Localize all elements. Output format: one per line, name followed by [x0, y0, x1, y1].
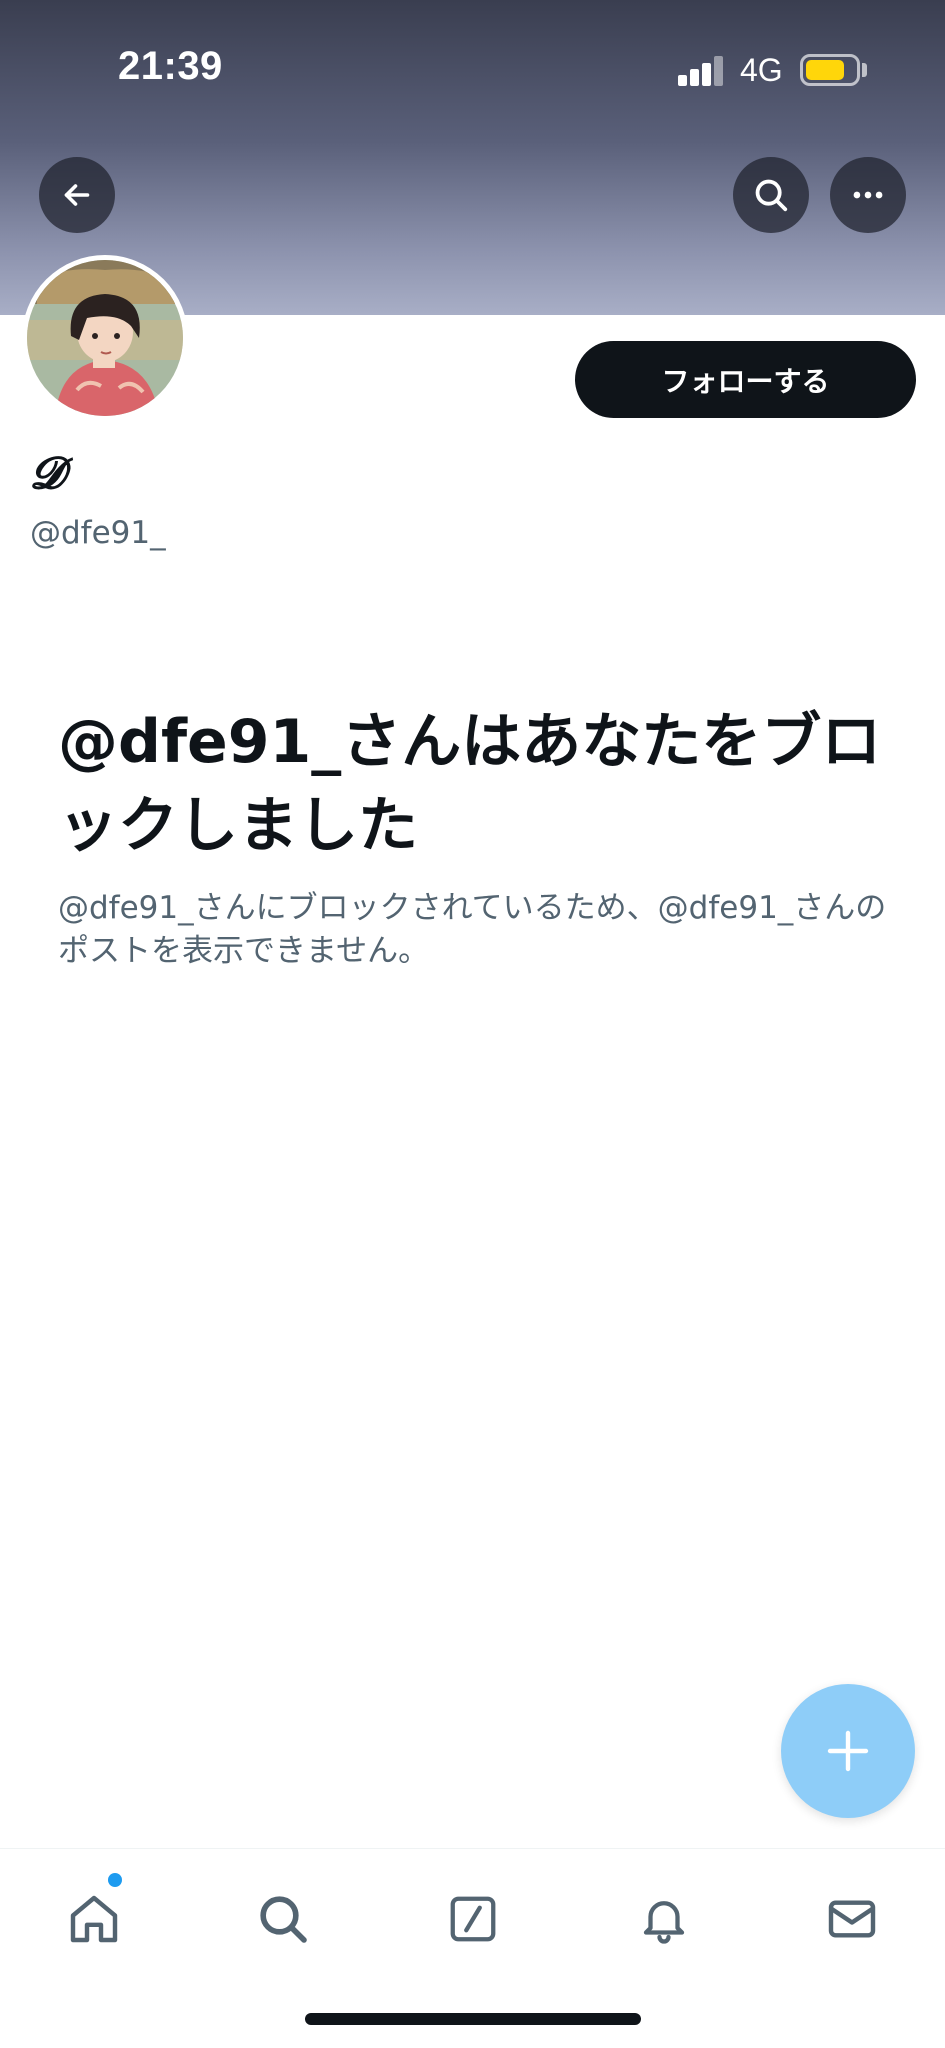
nav-explore[interactable] [243, 1879, 323, 1959]
arrow-left-icon [64, 184, 90, 206]
battery-tip [862, 63, 867, 77]
compose-post-button[interactable] [781, 1684, 915, 1818]
more-button[interactable] [830, 157, 906, 233]
nav-home[interactable] [54, 1879, 134, 1959]
home-unread-dot [108, 1873, 122, 1887]
nav-messages[interactable] [812, 1879, 892, 1959]
bell-icon [643, 1901, 685, 1944]
back-button[interactable] [39, 157, 115, 233]
avatar[interactable] [22, 255, 188, 421]
display-name: 𝓓 [30, 448, 64, 499]
blocked-description: @dfe91_さんにブロックされているため、@dfe91_さんのポストを表示でき… [58, 890, 887, 969]
more-horizontal-icon [853, 191, 883, 199]
search-icon [755, 179, 788, 212]
blocked-title: @dfe91_さんはあなたをブロックしました [58, 707, 882, 861]
signal-icon [678, 56, 726, 86]
search-icon [260, 1896, 307, 1943]
mail-icon [828, 1900, 876, 1938]
battery-level [806, 60, 844, 80]
home-icon [70, 1895, 118, 1943]
plus-icon [827, 1730, 869, 1772]
profile-handle: @dfe91_ [30, 515, 166, 551]
follow-button[interactable]: フォローする [575, 341, 916, 418]
search-button[interactable] [733, 157, 809, 233]
profile-page: 21:39 4G フォローする 𝓓 @dfe91_ @dfe91_さんはあなたを… [0, 0, 945, 2048]
nav-grok[interactable] [433, 1879, 513, 1959]
status-time: 21:39 [118, 44, 223, 88]
nav-notifications[interactable] [624, 1879, 704, 1959]
home-indicator[interactable] [305, 2013, 641, 2025]
grok-icon [450, 1896, 496, 1942]
battery-icon [800, 54, 860, 86]
network-type: 4G [740, 52, 783, 88]
avatar-illustration [27, 260, 183, 416]
